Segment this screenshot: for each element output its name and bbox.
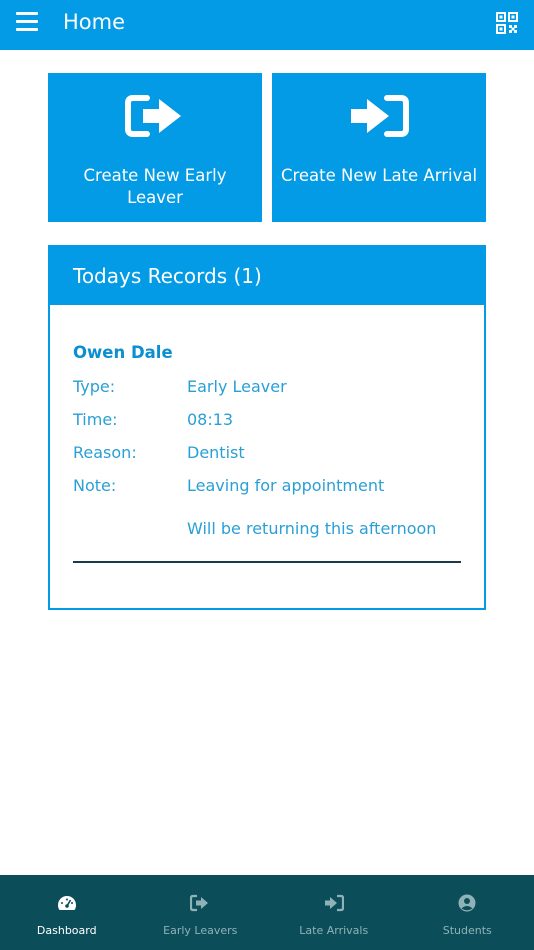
nav-item-early-leavers[interactable]: Early Leavers [134,875,268,950]
user-circle-icon [457,894,477,912]
time-value: 08:13 [187,410,234,429]
time-label: Time: [73,410,118,429]
sign-in-icon [349,93,409,139]
todays-records-card: Todays Records (1) Owen Dale Type: Early… [48,245,486,610]
nav-label: Early Leavers [163,924,238,937]
nav-item-students[interactable]: Students [401,875,534,950]
nav-label: Late Arrivals [299,924,369,937]
records-header: Todays Records (1) [50,247,484,305]
note-value: Leaving for appointment [187,476,385,495]
create-early-leaver-button[interactable]: Create New Early Leaver [48,73,262,222]
hamburger-menu-icon[interactable] [16,12,38,32]
qr-code-icon[interactable] [496,12,518,34]
create-late-arrival-button[interactable]: Create New Late Arrival [272,73,486,222]
record-student-name[interactable]: Owen Dale [73,343,173,362]
type-label: Type: [73,377,116,396]
tile-label: Create New Early Leaver [83,166,227,207]
note-label: Note: [73,476,117,495]
note-extra-value: Will be returning this afternoon [187,519,437,538]
sign-in-icon [324,894,344,912]
record-divider [73,561,461,563]
app-header: Home [0,0,534,50]
nav-item-dashboard[interactable]: Dashboard [0,875,134,950]
sign-out-icon [125,93,185,139]
page-title: Home [63,10,126,34]
nav-label: Dashboard [36,924,97,937]
sign-out-icon [190,894,210,912]
nav-item-late-arrivals[interactable]: Late Arrivals [267,875,401,950]
reason-value: Dentist [187,443,245,462]
dashboard-gauge-icon [57,894,77,912]
bottom-navigation: Dashboard Early Leavers Late Arrivals St… [0,875,534,950]
records-title: Todays Records (1) [73,264,262,288]
reason-label: Reason: [73,443,137,462]
tile-label: Create New Late Arrival [280,166,478,185]
type-value: Early Leaver [187,377,287,396]
app-root: Home Create New Early Leaver Create New … [0,0,534,950]
nav-label: Students [442,924,492,937]
